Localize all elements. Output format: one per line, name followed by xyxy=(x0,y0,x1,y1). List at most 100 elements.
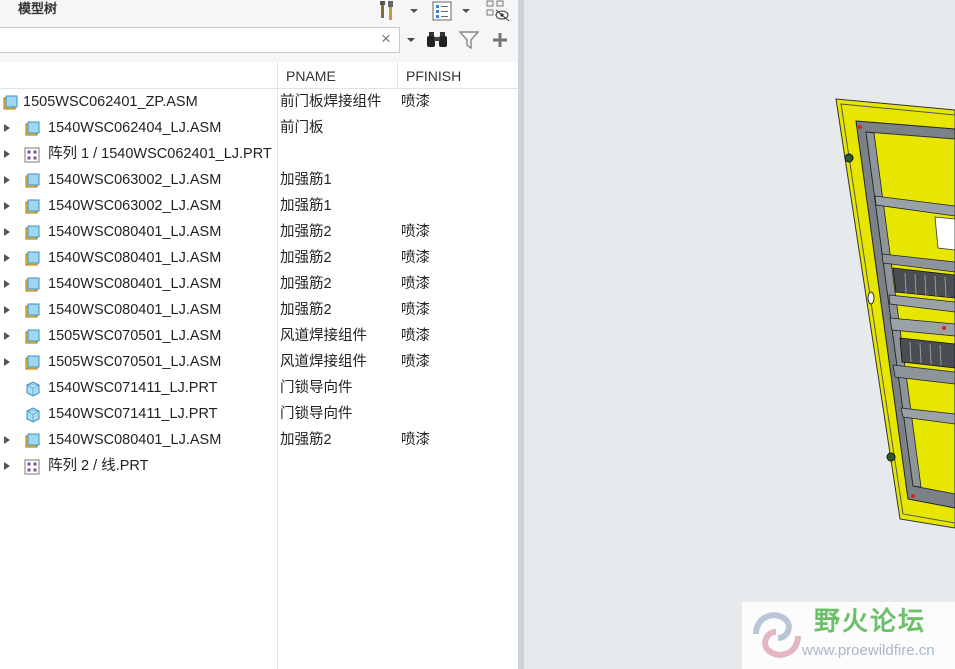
tree-row[interactable]: 1540WSC071411_LJ.PRT 门锁导向件 xyxy=(0,401,518,427)
tree-item-name: 1505WSC062401_ZP.ASM xyxy=(23,94,198,110)
tree-item-pname: 风道焊接组件 xyxy=(280,354,367,370)
expand-arrow-icon[interactable] xyxy=(4,124,10,132)
model-tree-rows: 1505WSC062401_ZP.ASM 前门板焊接组件 喷漆 1540WSC0624… xyxy=(0,89,518,479)
tree-row[interactable]: 1505WSC070501_LJ.ASM 风道焊接组件 喷漆 xyxy=(0,323,518,349)
pattern-icon xyxy=(24,458,40,475)
tree-row[interactable]: 1540WSC080401_LJ.ASM 加强筋2 喷漆 xyxy=(0,297,518,323)
binoculars-icon[interactable] xyxy=(425,30,449,50)
expand-arrow-icon[interactable] xyxy=(4,202,10,210)
chevron-down-icon[interactable] xyxy=(404,30,418,50)
tree-row[interactable]: 1505WSC070501_LJ.ASM 风道焊接组件 喷漆 xyxy=(0,349,518,375)
tree-item-pname: 前门板焊接组件 xyxy=(280,94,382,110)
clear-search-icon[interactable]: × xyxy=(381,29,391,49)
tree-item-pname: 门锁导向件 xyxy=(280,406,353,422)
expand-arrow-icon[interactable] xyxy=(4,280,10,288)
add-icon[interactable] xyxy=(490,30,510,50)
expand-arrow-icon[interactable] xyxy=(4,462,10,470)
tree-row[interactable]: 1505WSC062401_ZP.ASM 前门板焊接组件 喷漆 xyxy=(0,89,518,115)
tree-item-name: 阵列 1 / 1540WSC062401_LJ.PRT xyxy=(48,146,272,162)
tree-item-pname: 风道焊接组件 xyxy=(280,328,367,344)
tree-row[interactable]: 阵列 2 / 线.PRT xyxy=(0,453,518,479)
chevron-down-icon[interactable] xyxy=(408,0,420,22)
expand-arrow-icon[interactable] xyxy=(4,176,10,184)
assembly-icon xyxy=(24,354,40,370)
expand-arrow-icon[interactable] xyxy=(4,332,10,340)
watermark-url: www.proewildfire.cn xyxy=(802,642,935,659)
tree-item-pname: 加强筋2 xyxy=(280,224,332,240)
assembly-icon xyxy=(24,198,40,214)
column-header: PNAME PFINISH xyxy=(0,62,518,89)
model-tree-toolbar: 模型树 xyxy=(0,0,518,26)
tree-item-pname: 加强筋2 xyxy=(280,432,332,448)
model-tree-panel: 模型树 × PNAME PFINISH 1505WSC062401_ZP.ASM… xyxy=(0,0,518,669)
filter-icon[interactable] xyxy=(458,30,480,50)
tree-item-pfinish: 喷漆 xyxy=(401,328,430,344)
assembly-icon xyxy=(24,432,40,448)
search-input[interactable] xyxy=(0,27,400,53)
filter-bar: × xyxy=(0,26,518,62)
tree-item-name: 1540WSC080401_LJ.ASM xyxy=(48,432,222,448)
column-separator[interactable] xyxy=(397,62,398,89)
watermark-logo xyxy=(753,612,801,658)
tree-item-name: 1540WSC080401_LJ.ASM xyxy=(48,250,222,266)
pattern-icon xyxy=(24,146,40,163)
panel-title: 模型树 xyxy=(18,1,58,16)
assembly-icon xyxy=(24,224,40,240)
tree-item-name: 1540WSC080401_LJ.ASM xyxy=(48,224,222,240)
column-header-pname[interactable]: PNAME xyxy=(286,62,336,89)
tree-row[interactable]: 1540WSC063002_LJ.ASM 加强筋1 xyxy=(0,193,518,219)
part-icon xyxy=(24,406,40,423)
assembly-icon xyxy=(24,328,40,344)
show-hide-icon[interactable] xyxy=(484,0,512,22)
tree-item-name: 1540WSC063002_LJ.ASM xyxy=(48,172,222,188)
tree-item-name: 1505WSC070501_LJ.ASM xyxy=(48,354,222,370)
assembly-icon xyxy=(24,276,40,292)
column-header-pfinish[interactable]: PFINISH xyxy=(406,62,461,89)
tree-item-pfinish: 喷漆 xyxy=(401,94,430,110)
tree-item-pname: 加强筋1 xyxy=(280,172,332,188)
tree-row[interactable]: 1540WSC062404_LJ.ASM 前门板 xyxy=(0,115,518,141)
expand-arrow-icon[interactable] xyxy=(4,254,10,262)
tree-item-name: 1540WSC080401_LJ.ASM xyxy=(48,302,222,318)
expand-arrow-icon[interactable] xyxy=(4,150,10,158)
tree-item-name: 1540WSC080401_LJ.ASM xyxy=(48,276,222,292)
tree-item-name: 1540WSC071411_LJ.PRT xyxy=(48,406,218,422)
tree-row[interactable]: 1540WSC071411_LJ.PRT 门锁导向件 xyxy=(0,375,518,401)
tree-item-name: 1540WSC071411_LJ.PRT xyxy=(48,380,218,396)
chevron-down-icon[interactable] xyxy=(460,0,472,22)
expand-arrow-icon[interactable] xyxy=(4,306,10,314)
tree-row[interactable]: 1540WSC080401_LJ.ASM 加强筋2 喷漆 xyxy=(0,271,518,297)
expand-arrow-icon[interactable] xyxy=(4,228,10,236)
assembly-icon xyxy=(2,94,18,110)
tree-item-pname: 加强筋2 xyxy=(280,250,332,266)
tree-item-pname: 加强筋1 xyxy=(280,198,332,214)
tree-item-pfinish: 喷漆 xyxy=(401,276,430,292)
tree-item-name: 阵列 2 / 线.PRT xyxy=(48,458,149,474)
tree-row[interactable]: 1540WSC080401_LJ.ASM 加强筋2 喷漆 xyxy=(0,245,518,271)
tree-row[interactable]: 1540WSC080401_LJ.ASM 加强筋2 喷漆 xyxy=(0,219,518,245)
watermark-text: 野火论坛 xyxy=(814,606,927,636)
tree-row[interactable]: 1540WSC063002_LJ.ASM 加强筋1 xyxy=(0,167,518,193)
assembly-icon xyxy=(24,250,40,266)
tree-row[interactable]: 阵列 1 / 1540WSC062401_LJ.PRT xyxy=(0,141,518,167)
expand-arrow-icon[interactable] xyxy=(4,358,10,366)
tree-item-pfinish: 喷漆 xyxy=(401,302,430,318)
tree-item-pfinish: 喷漆 xyxy=(401,250,430,266)
tree-item-pfinish: 喷漆 xyxy=(401,354,430,370)
tree-item-pname: 加强筋2 xyxy=(280,276,332,292)
tree-item-pfinish: 喷漆 xyxy=(401,224,430,240)
graphics-viewport[interactable]: 野火论坛 www.proewildfire.cn xyxy=(524,0,955,669)
assembly-icon xyxy=(24,172,40,188)
tree-item-pname: 前门板 xyxy=(280,120,324,136)
assembly-icon xyxy=(24,302,40,318)
tree-item-pname: 加强筋2 xyxy=(280,302,332,318)
expand-arrow-icon[interactable] xyxy=(4,436,10,444)
tools-icon[interactable] xyxy=(376,0,400,22)
3d-model-view xyxy=(835,98,955,529)
tree-row[interactable]: 1540WSC080401_LJ.ASM 加强筋2 喷漆 xyxy=(0,427,518,453)
tree-item-pfinish: 喷漆 xyxy=(401,432,430,448)
tree-item-name: 1540WSC063002_LJ.ASM xyxy=(48,198,222,214)
part-icon xyxy=(24,380,40,397)
tree-settings-icon[interactable] xyxy=(430,0,454,22)
tree-item-pname: 门锁导向件 xyxy=(280,380,353,396)
